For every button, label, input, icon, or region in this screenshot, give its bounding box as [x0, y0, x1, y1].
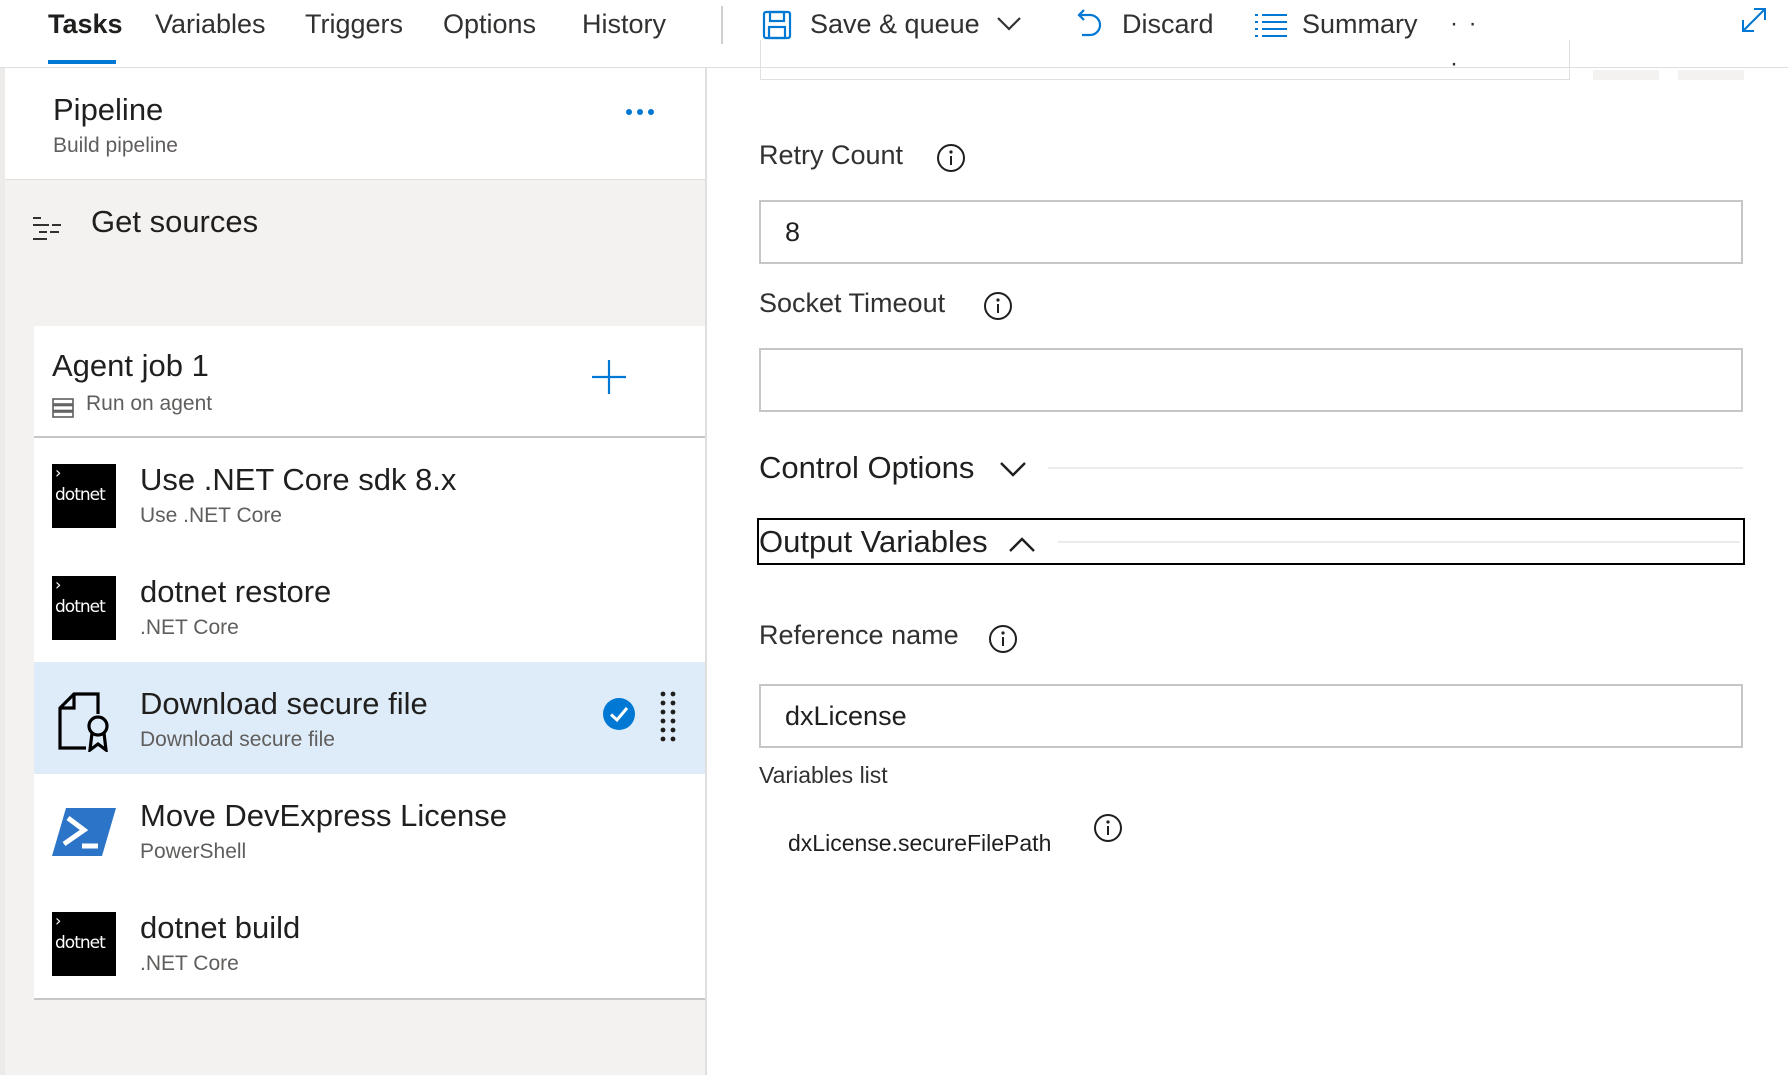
chevron-down-icon — [997, 17, 1021, 31]
info-icon[interactable] — [936, 143, 966, 173]
retry-count-input[interactable] — [759, 200, 1743, 264]
task-subtitle: .NET Core — [140, 952, 239, 975]
checkmark-circle-icon — [603, 698, 635, 730]
agent-job-title: Agent job 1 — [52, 348, 209, 383]
add-task-icon[interactable] — [590, 358, 628, 396]
reference-name-label: Reference name — [759, 620, 959, 650]
secure-file-icon — [58, 692, 109, 752]
task-item-dotnet-restore[interactable]: › dotnet dotnet restore .NET Core — [34, 550, 705, 662]
chevron-down-icon[interactable] — [999, 460, 1027, 478]
task-subtitle: .NET Core — [140, 616, 239, 639]
pipeline-title: Pipeline — [53, 92, 164, 127]
socket-timeout-label: Socket Timeout — [759, 288, 946, 318]
more-dots-icon — [626, 109, 654, 115]
expand-icon[interactable] — [1740, 6, 1768, 34]
agent-job-item[interactable]: Agent job 1 Run on agent — [34, 326, 705, 438]
section-divider — [1058, 541, 1740, 543]
partially-visible-input[interactable] — [760, 40, 1570, 80]
task-subtitle: Use .NET Core — [140, 504, 282, 527]
get-sources-icon — [33, 217, 61, 240]
active-tab-indicator — [48, 60, 116, 64]
tab-history[interactable]: History — [582, 4, 666, 44]
list-icon — [1255, 14, 1287, 37]
reference-name-input[interactable] — [759, 684, 1743, 748]
toolbar-divider — [721, 6, 723, 44]
tab-options[interactable]: Options — [443, 4, 536, 44]
summary-label: Summary — [1302, 9, 1418, 39]
agent-job-subtitle: Run on agent — [86, 392, 213, 415]
output-variables-label: Output Variables — [759, 524, 988, 559]
control-options-label: Control Options — [759, 450, 975, 485]
tab-variables[interactable]: Variables — [155, 4, 266, 44]
save-queue-label: Save & queue — [810, 9, 980, 39]
task-title: dotnet restore — [140, 574, 332, 609]
section-divider — [1048, 467, 1743, 469]
tab-triggers[interactable]: Triggers — [305, 4, 403, 44]
task-item-move-devexpress-license[interactable]: Move DevExpress License PowerShell — [34, 774, 705, 886]
variables-list-label: Variables list — [759, 762, 888, 788]
panel-divider — [705, 68, 707, 1075]
drag-handle-icon[interactable] — [658, 688, 678, 748]
powershell-icon — [52, 808, 116, 856]
variable-item: dxLicense.secureFilePath — [788, 830, 1052, 856]
task-subtitle: Download secure file — [140, 728, 335, 751]
task-item-dotnet-build[interactable]: › dotnet dotnet build .NET Core — [34, 886, 705, 998]
undo-icon — [1077, 9, 1102, 37]
task-title: Move DevExpress License — [140, 798, 507, 833]
discard-label: Discard — [1122, 9, 1214, 39]
chevron-up-icon[interactable] — [1008, 536, 1036, 554]
retry-count-label: Retry Count — [759, 140, 904, 170]
partially-visible-button[interactable] — [1678, 70, 1744, 80]
server-icon — [52, 398, 74, 418]
save-queue-button[interactable]: Save & queue — [762, 4, 1032, 44]
partially-visible-button[interactable] — [1593, 70, 1659, 80]
save-icon — [762, 10, 792, 40]
pipeline-item[interactable]: Pipeline Build pipeline ••• — [5, 68, 705, 180]
pipeline-more-button[interactable]: ••• — [620, 96, 660, 126]
more-actions-button[interactable]: · · · — [1450, 4, 1496, 77]
task-title: Use .NET Core sdk 8.x — [140, 462, 457, 497]
socket-timeout-input[interactable] — [759, 348, 1743, 412]
info-icon[interactable] — [988, 624, 1018, 654]
output-variables-toggle[interactable]: Output Variables — [759, 524, 988, 560]
dotnet-icon: › dotnet — [52, 912, 116, 976]
dotnet-icon: › dotnet — [52, 576, 116, 640]
summary-button[interactable]: Summary — [1254, 4, 1424, 44]
tab-tasks[interactable]: Tasks — [48, 4, 123, 44]
task-title: Download secure file — [140, 686, 428, 721]
task-subtitle: PowerShell — [140, 840, 247, 863]
info-icon[interactable] — [983, 291, 1013, 321]
task-title: dotnet build — [140, 910, 301, 945]
pipeline-subtitle: Build pipeline — [53, 134, 178, 157]
task-list: Agent job 1 Run on agent › dotnet Use .NE… — [34, 326, 705, 1000]
get-sources-label: Get sources — [91, 204, 259, 239]
control-options-toggle[interactable]: Control Options — [759, 450, 974, 486]
discard-button[interactable]: Discard — [1076, 4, 1226, 44]
task-item-use-dotnet-core-sdk[interactable]: › dotnet Use .NET Core sdk 8.x Use .NET C… — [34, 438, 705, 550]
task-item-download-secure-file[interactable]: Download secure file Download secure fil… — [34, 662, 705, 774]
info-icon[interactable] — [1093, 813, 1123, 843]
dotnet-icon: › dotnet — [52, 464, 116, 528]
get-sources-item[interactable]: Get sources — [5, 180, 705, 326]
